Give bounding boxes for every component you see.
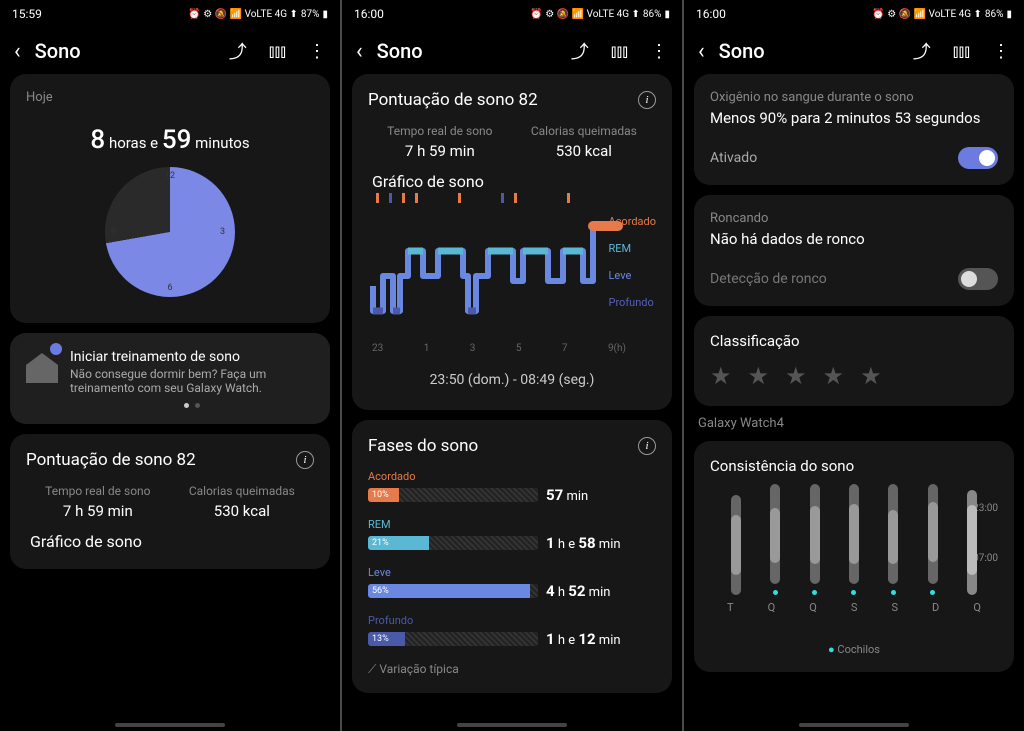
back-icon[interactable]: ‹	[14, 39, 21, 64]
phase-rem: REM21%1 h e 58 min	[368, 518, 656, 552]
status-bar: 16:00 ⏰ ⚙ 🔕 📶 VoLTE 4G ⬆86%▮	[342, 0, 682, 28]
stage-legend: Acordado REM Leve Profundo	[609, 215, 657, 309]
snore-toggle[interactable]	[958, 268, 998, 290]
status-icons: ⏰ ⚙ 🔕 📶 VoLTE 4G ⬆ 87%▮	[188, 9, 328, 20]
app-header: ‹ Sono ⤴ ⫾⫾⫾ ⋮	[684, 28, 1024, 74]
star-icon: ★	[823, 362, 845, 390]
coach-card[interactable]: Iniciar treinamento de sono Não consegue…	[10, 333, 330, 424]
chart-ticks	[368, 193, 656, 203]
screen-1-today: 15:59 ⏰ ⚙ 🔕 📶 VoLTE 4G ⬆ 87%▮ ‹ Sono ⤴ ⫾…	[0, 0, 340, 731]
nav-pill[interactable]	[799, 723, 909, 727]
more-icon[interactable]: ⋮	[308, 41, 326, 62]
today-card[interactable]: Hoje 8 horas e 59 minutos 12 3 6 9	[10, 74, 330, 323]
stats-icon[interactable]: ⫾⫾⫾	[611, 41, 628, 62]
x-axis: 231 35 79(h)	[368, 343, 656, 354]
share-icon[interactable]: ⤴	[913, 38, 931, 64]
nav-pill[interactable]	[115, 723, 225, 727]
star-icon: ★	[748, 362, 770, 390]
variation-label: ⟋ Variação típica	[368, 662, 656, 677]
star-icon: ★	[860, 362, 882, 390]
page-title: Sono	[35, 39, 215, 63]
phases-card: Fases do sono i Acordado10%57 minREM21%1…	[352, 420, 672, 693]
status-bar: 15:59 ⏰ ⚙ 🔕 📶 VoLTE 4G ⬆ 87%▮	[0, 0, 340, 28]
coach-title: Iniciar treinamento de sono	[70, 349, 314, 365]
oxygen-toggle[interactable]	[958, 147, 998, 169]
oxygen-value: Menos 90% para 2 minutos 53 segundos	[710, 109, 998, 127]
star-icon: ★	[710, 362, 732, 390]
stats-icon[interactable]: ⫾⫾⫾	[269, 41, 286, 62]
time-range: 23:50 (dom.) - 08:49 (seg.)	[368, 372, 656, 388]
chart-section-title: Gráfico de sono	[30, 532, 314, 551]
info-icon[interactable]: i	[638, 91, 656, 109]
page-dots	[70, 403, 314, 408]
screen-3-settings: 16:00 ⏰ ⚙ 🔕 📶 VoLTE 4G ⬆86%▮ ‹ Sono ⤴ ⫾⫾…	[684, 0, 1024, 731]
stats-icon[interactable]: ⫾⫾⫾	[953, 41, 970, 62]
house-icon	[26, 353, 58, 383]
back-icon[interactable]: ‹	[698, 39, 705, 64]
snore-value: Não há dados de ronco	[710, 230, 998, 248]
nav-pill[interactable]	[457, 723, 567, 727]
phase-leve: Leve56%4 h 52 min	[368, 566, 656, 600]
more-icon[interactable]: ⋮	[992, 41, 1010, 62]
rating-stars[interactable]: ★ ★ ★ ★ ★	[710, 362, 998, 390]
sleep-duration: 8 horas e 59 minutos	[90, 125, 249, 155]
coach-sub: Não consegue dormir bem? Faça um treinam…	[70, 367, 314, 395]
info-icon[interactable]: i	[638, 437, 656, 455]
phase-acordado: Acordado10%57 min	[368, 470, 656, 504]
share-icon[interactable]: ⤴	[571, 38, 589, 64]
moon-icon	[50, 343, 62, 355]
sleep-hypnogram[interactable]: Acordado REM Leve Profundo	[368, 211, 656, 341]
app-header: ‹ Sono ⤴ ⫾⫾⫾ ⋮	[0, 28, 340, 74]
oxygen-card[interactable]: Oxigênio no sangue durante o sono Menos …	[694, 74, 1014, 185]
score-card: Pontuação de sono 82 i Tempo real de son…	[352, 74, 672, 410]
consistency-card[interactable]: Consistência do sono 23:00 07:00 TQ QS S…	[694, 441, 1014, 672]
nap-legend: Cochilos	[710, 643, 998, 656]
back-icon[interactable]: ‹	[356, 39, 363, 64]
status-bar: 16:00 ⏰ ⚙ 🔕 📶 VoLTE 4G ⬆86%▮	[684, 0, 1024, 28]
sleep-clock: 12 3 6 9	[105, 167, 235, 297]
share-icon[interactable]: ⤴	[229, 38, 247, 64]
rating-card[interactable]: Classificação ★★ ★★ ★	[694, 316, 1014, 406]
phase-profundo: Profundo13%1 h e 12 min	[368, 614, 656, 648]
today-label: Hoje	[26, 90, 314, 105]
star-icon: ★	[785, 362, 807, 390]
score-card[interactable]: Pontuação de sono 82 i Tempo real de son…	[10, 434, 330, 569]
snore-card[interactable]: Roncando Não há dados de ronco Detecção …	[694, 195, 1014, 306]
info-icon[interactable]: i	[296, 451, 314, 469]
app-header: ‹ Sono ⤴ ⫾⫾⫾ ⋮	[342, 28, 682, 74]
consistency-chart: 23:00 07:00 TQ QS SD Q	[710, 485, 998, 635]
score-title: Pontuação de sono 82	[26, 450, 196, 470]
more-icon[interactable]: ⋮	[650, 41, 668, 62]
status-time: 15:59	[12, 7, 42, 21]
screen-2-chart: 16:00 ⏰ ⚙ 🔕 📶 VoLTE 4G ⬆86%▮ ‹ Sono ⤴ ⫾⫾…	[342, 0, 682, 731]
device-label: Galaxy Watch4	[698, 416, 1014, 431]
